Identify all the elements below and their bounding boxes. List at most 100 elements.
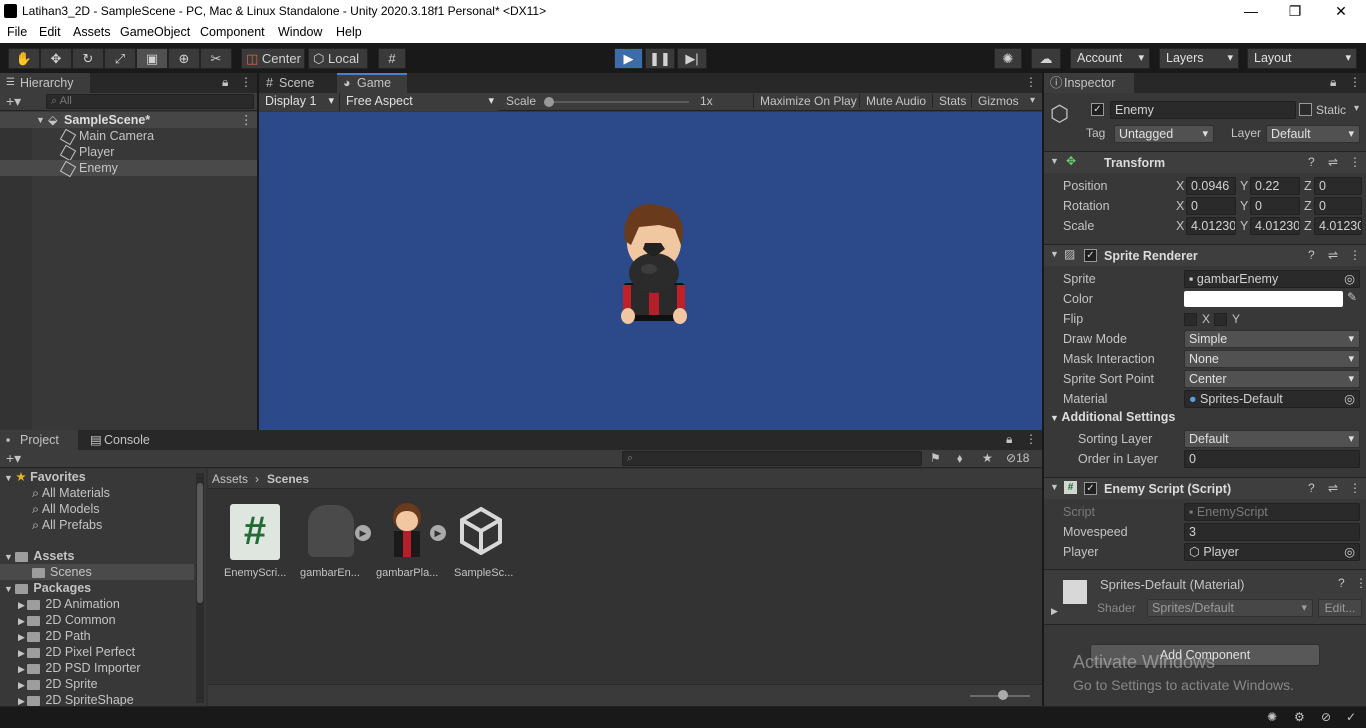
static-dropdown-icon[interactable]: ▾ [1354,103,1359,114]
hidden-packages-toggle[interactable]: ⊘18 [1006,451,1029,465]
services-icon[interactable]: ✺ [994,48,1022,69]
transform-header[interactable]: ▼ ✥ Transform ? ⇌ ⋮ [1044,151,1366,173]
pivot-local-toggle[interactable]: ⬡ Local [308,48,368,69]
package-item[interactable]: ▶ 2D SpriteShape [0,692,206,706]
pause-button[interactable]: ❚❚ [645,48,675,69]
rotate-tool-icon[interactable]: ↻ [72,48,104,69]
material-field[interactable]: ● Sprites-Default ◎ [1184,390,1360,408]
menu-edit[interactable]: Edit [39,25,61,39]
position-y-field[interactable]: 0.22 [1250,177,1300,195]
scale-z-field[interactable]: 4.01230 [1314,217,1362,235]
help-icon[interactable]: ? [1308,481,1315,495]
rotation-y-field[interactable]: 0 [1250,197,1300,215]
unity-scene-icon[interactable] [456,505,506,556]
create-icon[interactable]: +▾ [6,450,21,467]
mute-audio-toggle[interactable]: Mute Audio [859,94,926,108]
restore-button[interactable]: ❐ [1272,0,1318,23]
rotation-x-field[interactable]: 0 [1186,197,1236,215]
mask-interaction-dropdown[interactable]: None [1184,350,1360,368]
component-menu-icon[interactable]: ⋮ [1349,155,1361,169]
panel-menu-icon[interactable]: ⋮ [1349,75,1361,89]
panel-menu-icon[interactable]: ⋮ [1025,432,1037,446]
scenes-folder-row[interactable]: Scenes [0,564,194,580]
transform-tool-icon[interactable]: ⊕ [168,48,200,69]
color-swatch[interactable] [1184,291,1343,307]
scene-row[interactable]: ▼ ⬙ SampleScene* ⋮ [0,112,257,128]
custom-tool-icon[interactable]: ✂ [200,48,232,69]
scale-slider-track[interactable] [549,101,689,103]
icon-size-slider-handle[interactable] [998,690,1008,700]
expand-sprite-icon[interactable]: ▶ [430,525,446,541]
lock-icon[interactable]: 🔒︎ [1330,75,1336,90]
tab-game[interactable]: ◕ Game [337,73,407,93]
component-menu-icon[interactable]: ⋮ [1349,481,1361,495]
foldout-closed-icon[interactable]: ▶ [1051,606,1058,617]
menu-gameobject[interactable]: GameObject [120,25,190,39]
hierarchy-search-input[interactable]: ⌕ All [46,94,254,109]
panel-menu-icon[interactable]: ⋮ [1025,75,1037,89]
account-dropdown[interactable]: Account [1070,48,1150,69]
assets-row[interactable]: ▼ Assets [0,548,206,564]
layout-dropdown[interactable]: Layout [1247,48,1357,69]
tab-project[interactable]: ▪ Project [0,430,78,450]
network-icon[interactable]: ⊘ [1321,710,1331,724]
sprite-field[interactable]: ▪ gambarEnemy ◎ [1184,270,1360,288]
preset-icon[interactable]: ⇌ [1328,248,1338,262]
menu-file[interactable]: File [7,25,27,39]
tab-inspector[interactable]: ⓘ Inspector [1044,73,1134,93]
object-picker-icon[interactable]: ◎ [1344,544,1355,560]
filter-type-icon[interactable]: ⚑ [930,451,941,465]
breadcrumb-assets[interactable]: Assets [212,472,248,486]
favorite-item[interactable]: ⌕ All Materials [0,485,206,501]
gizmos-toggle[interactable]: Gizmos [971,94,1019,108]
aspect-dropdown[interactable]: Free Aspect [339,93,499,111]
hand-tool-icon[interactable]: ✋ [8,48,40,69]
additional-settings-foldout[interactable]: ▼ Additional Settings [1050,410,1175,424]
gizmos-dropdown-icon[interactable]: ▾ [1030,95,1035,106]
sprite-sort-point-dropdown[interactable]: Center [1184,370,1360,388]
rect-tool-icon[interactable]: ▣ [136,48,168,69]
player-sprite-thumbnail[interactable] [390,503,424,559]
component-menu-icon[interactable]: ⋮ [1349,248,1361,262]
add-icon[interactable]: +▾ [6,93,21,110]
movespeed-field[interactable]: 3 [1184,523,1360,541]
expand-sprite-icon[interactable]: ▶ [355,525,371,541]
object-picker-icon[interactable]: ◎ [1344,271,1355,287]
game-canvas[interactable] [259,112,1042,430]
hierarchy-item-main-camera[interactable]: Main Camera [0,128,257,145]
eyedropper-icon[interactable]: ✎ [1347,290,1357,304]
tab-scene[interactable]: # Scene [259,73,337,93]
sprite-renderer-header[interactable]: ▼ ▨ ✓ Sprite Renderer ? ⇌ ⋮ [1044,244,1366,266]
package-item[interactable]: ▶ 2D PSD Importer [0,660,206,676]
project-search-input[interactable]: ⌕ [622,451,922,466]
panel-menu-icon[interactable]: ⋮ [240,75,252,89]
display-dropdown[interactable]: Display 1 [259,93,339,111]
cloud-icon[interactable]: ☁ [1031,48,1061,69]
package-item[interactable]: ▶ 2D Path [0,628,206,644]
preset-icon[interactable]: ⇌ [1328,155,1338,169]
menu-component[interactable]: Component [200,25,265,39]
hierarchy-item-player[interactable]: Player [0,144,257,161]
static-checkbox[interactable] [1299,103,1312,116]
lighting-icon[interactable]: ✺ [1267,710,1277,724]
package-item[interactable]: ▶ 2D Sprite [0,676,206,692]
favorites-row[interactable]: ▼ ★ Favorites [0,469,206,485]
enabled-checkbox[interactable]: ✓ [1084,482,1097,495]
flip-y-checkbox[interactable] [1214,313,1227,326]
check-icon[interactable]: ✓ [1346,710,1356,724]
enabled-checkbox[interactable]: ✓ [1084,249,1097,262]
package-item[interactable]: ▶ 2D Common [0,612,206,628]
maximize-on-play-toggle[interactable]: Maximize On Play [753,94,857,108]
minimize-button[interactable]: — [1228,0,1274,23]
position-x-field[interactable]: 0.0946 [1186,177,1236,195]
shader-dropdown[interactable]: Sprites/Default [1147,599,1313,617]
lock-icon[interactable]: 🔒︎ [1006,432,1012,447]
hierarchy-item-enemy[interactable]: Enemy [0,160,257,177]
filter-label-icon[interactable]: ⬧ [957,451,962,466]
gameobject-name-input[interactable]: Enemy [1110,101,1296,119]
package-item[interactable]: ▶ 2D Animation [0,596,206,612]
edit-shader-button[interactable]: Edit... [1318,599,1362,617]
scale-x-field[interactable]: 4.01230 [1186,217,1236,235]
help-icon[interactable]: ? [1308,155,1315,169]
position-z-field[interactable]: 0 [1314,177,1362,195]
